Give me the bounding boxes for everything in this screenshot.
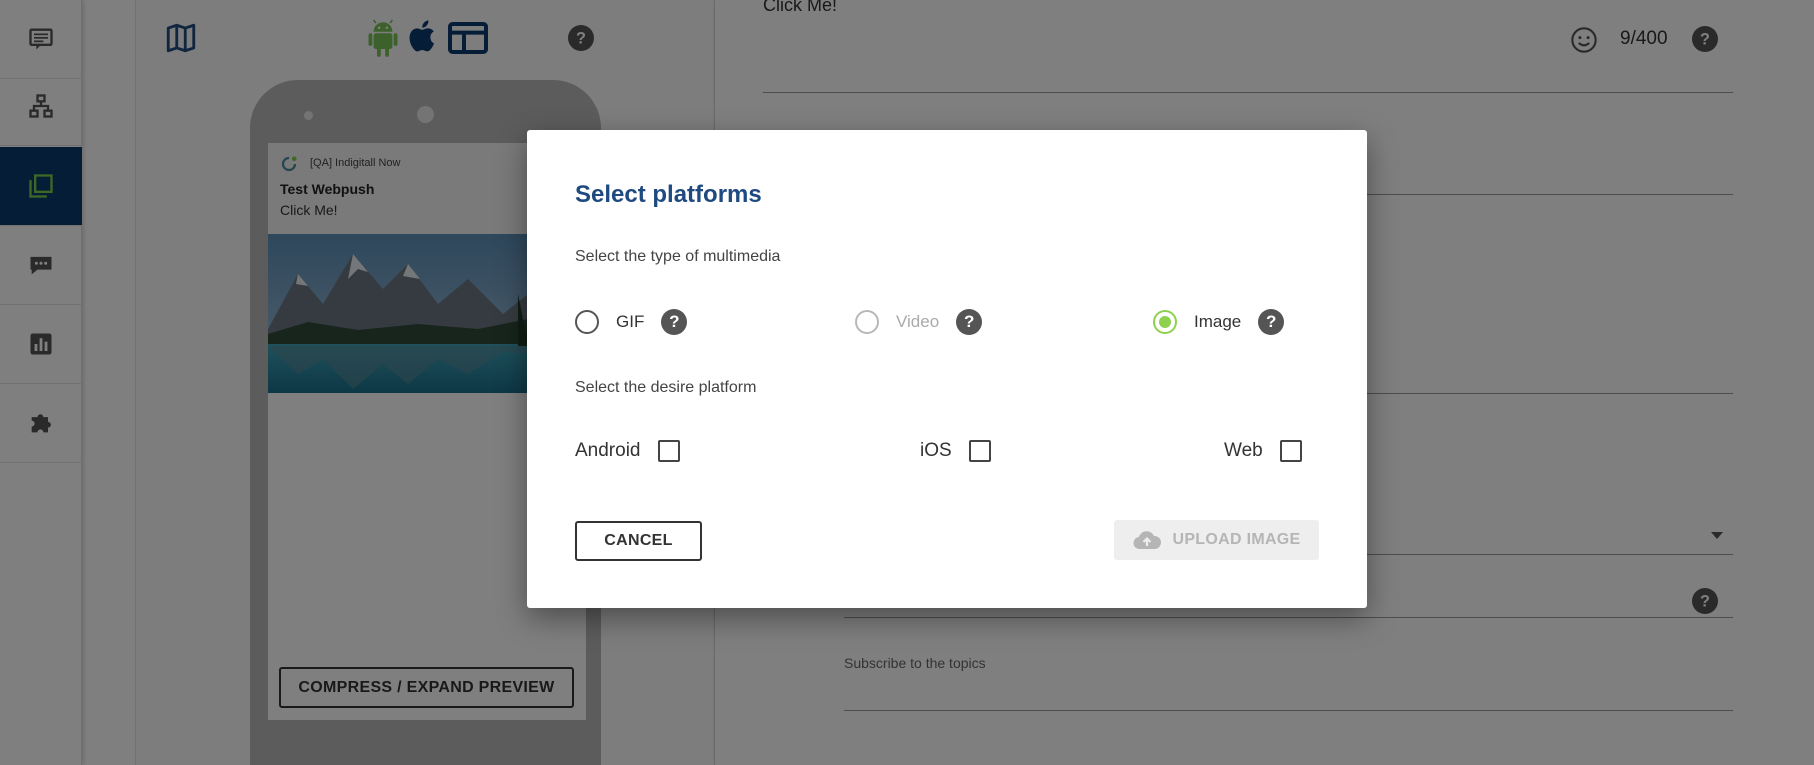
- image-label: Image: [1194, 312, 1242, 331]
- platform-option-web[interactable]: Web: [1224, 440, 1302, 462]
- android-checkbox[interactable]: [657, 440, 680, 462]
- upload-image-label: UPLOAD IMAGE: [1172, 531, 1301, 548]
- cloud-upload-icon: [1133, 531, 1162, 550]
- gif-radio[interactable]: [575, 310, 599, 334]
- cancel-button[interactable]: CANCEL: [575, 521, 702, 561]
- dialog-title: Select platforms: [575, 181, 762, 208]
- image-radio[interactable]: [1153, 310, 1177, 334]
- web-checkbox[interactable]: [1279, 440, 1302, 462]
- upload-image-button: UPLOAD IMAGE: [1114, 520, 1319, 560]
- video-radio: [855, 310, 879, 334]
- media-option-gif[interactable]: GIF ?: [575, 309, 688, 335]
- media-option-video: Video ?: [855, 309, 983, 335]
- multimedia-type-label: Select the type of multimedia: [575, 248, 781, 265]
- android-label: Android: [575, 440, 641, 461]
- help-icon[interactable]: ?: [661, 309, 688, 335]
- platform-label: Select the desire platform: [575, 379, 757, 396]
- platform-option-android[interactable]: Android: [575, 440, 680, 462]
- ios-label: iOS: [920, 440, 952, 461]
- media-option-image[interactable]: Image ?: [1153, 309, 1285, 335]
- ios-checkbox[interactable]: [968, 440, 991, 462]
- help-icon[interactable]: ?: [956, 309, 983, 335]
- web-label: Web: [1224, 440, 1263, 461]
- video-label: Video: [896, 312, 940, 331]
- gif-label: GIF: [616, 312, 645, 331]
- help-icon[interactable]: ?: [1258, 309, 1285, 335]
- select-platforms-dialog: Select platforms Select the type of mult…: [527, 130, 1367, 608]
- platform-option-ios[interactable]: iOS: [920, 440, 991, 462]
